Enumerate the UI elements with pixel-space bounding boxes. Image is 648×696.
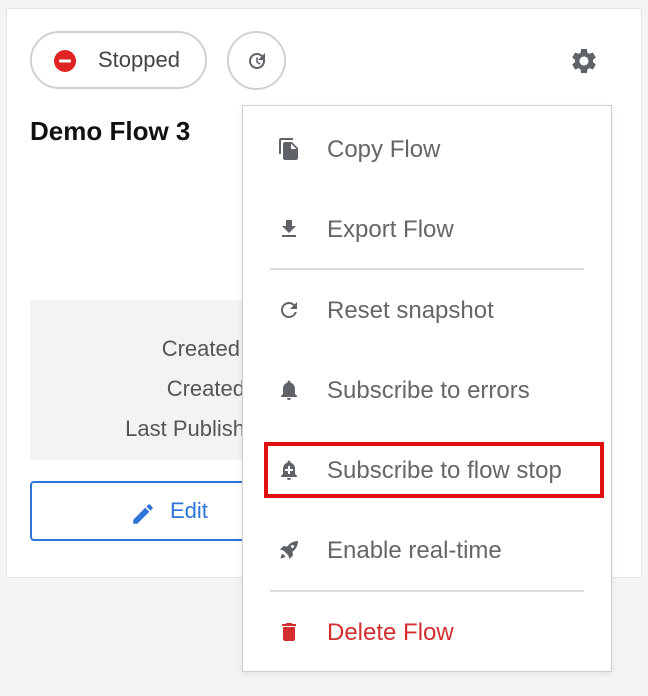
- edit-label: Edit: [170, 498, 208, 523]
- menu-item-label: Enable real-time: [327, 537, 502, 564]
- download-icon: [282, 220, 296, 237]
- menu-item-label: Copy Flow: [327, 136, 441, 163]
- menu-item-label: Subscribe to flow stop: [327, 457, 562, 484]
- reset-icon: [281, 302, 297, 318]
- menu-item-copy-flow[interactable]: Copy Flow: [243, 114, 611, 184]
- history-icon: [249, 53, 266, 69]
- created-by-label: Created: [166, 376, 245, 401]
- menu-divider: [270, 590, 584, 592]
- menu-item-label: Reset snapshot: [327, 297, 494, 324]
- bell-icon: [281, 380, 297, 400]
- menu-item-reset-snapshot[interactable]: Reset snapshot: [243, 275, 611, 345]
- pencil-icon: [133, 504, 153, 524]
- rocket-icon: [280, 541, 298, 559]
- last-published-label: Last Publish: [125, 416, 245, 441]
- menu-item-delete-flow[interactable]: Delete Flow: [243, 597, 611, 667]
- settings-gear-icon[interactable]: [569, 46, 599, 76]
- bell-plus-icon: [281, 460, 297, 480]
- copy-icon: [279, 138, 298, 160]
- menu-divider: [270, 268, 584, 270]
- status-label: Stopped: [98, 47, 180, 72]
- menu-item-enable-realtime[interactable]: Enable real-time: [243, 515, 611, 585]
- status-badge[interactable]: Stopped: [30, 31, 207, 89]
- menu-item-label: Subscribe to errors: [327, 377, 530, 404]
- stop-icon: [54, 50, 76, 72]
- trash-icon: [282, 623, 296, 641]
- flow-actions-menu: Copy Flow Export Flow Reset snapshot Sub…: [242, 105, 612, 672]
- created-label: Created: [161, 336, 240, 361]
- snapshot-history-button[interactable]: [227, 31, 286, 90]
- menu-item-export-flow[interactable]: Export Flow: [243, 194, 611, 264]
- menu-item-label: Delete Flow: [327, 619, 454, 646]
- menu-item-subscribe-errors[interactable]: Subscribe to errors: [243, 355, 611, 425]
- flow-title: Demo Flow 3: [30, 116, 191, 146]
- menu-item-subscribe-flow-stop[interactable]: Subscribe to flow stop: [243, 435, 611, 505]
- menu-item-label: Export Flow: [327, 216, 454, 243]
